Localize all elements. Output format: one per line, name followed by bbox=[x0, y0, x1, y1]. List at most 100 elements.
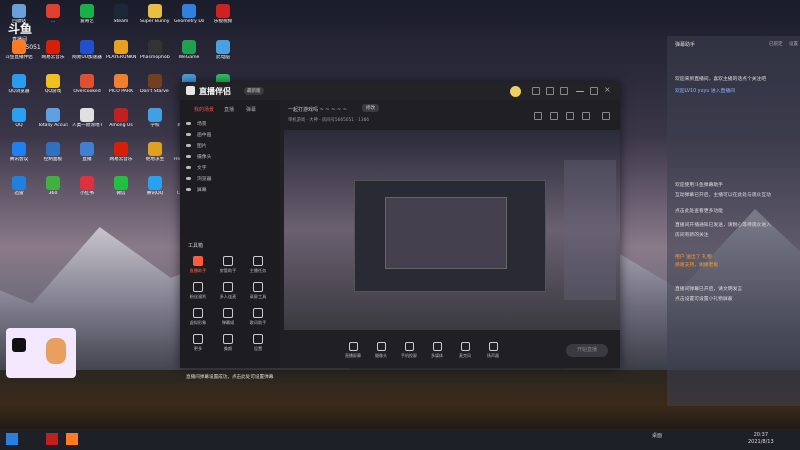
desktop-icon[interactable]: 腾讯会议 bbox=[4, 142, 34, 162]
app-title: 直播伴侣 bbox=[199, 87, 231, 96]
scene-item[interactable]: 画中画 bbox=[186, 131, 211, 138]
scene-item[interactable]: 图片 bbox=[186, 142, 207, 149]
start-live-button[interactable]: 开始直播 bbox=[566, 344, 608, 357]
version-badge[interactable]: 最新版 bbox=[244, 87, 264, 95]
settings-icon[interactable] bbox=[560, 87, 568, 95]
minimize-icon[interactable] bbox=[576, 91, 584, 92]
clock-date: 2021/8/13 bbox=[748, 439, 774, 445]
tab-live[interactable]: 直播 bbox=[224, 106, 234, 113]
desktop-icon[interactable]: Geometry Dash bbox=[174, 4, 204, 24]
app-icon bbox=[12, 142, 26, 156]
scene-item[interactable]: 摄像头 bbox=[186, 153, 211, 160]
desktop-icon[interactable]: Totally Accurate… bbox=[38, 108, 68, 128]
desktop-icon[interactable]: QQ游戏 bbox=[38, 74, 68, 94]
user-avatar[interactable] bbox=[510, 86, 521, 97]
channel-title[interactable]: 一起打游戏吗 ~ ~ ~ ~ ~ bbox=[288, 106, 347, 113]
notice-text[interactable]: 直播间弹幕设置成功，点击此处可设置弹幕 bbox=[186, 374, 273, 380]
share-icon[interactable] bbox=[602, 112, 610, 120]
eye-icon[interactable] bbox=[186, 188, 191, 191]
bottom-toolbar-button[interactable]: 直播屏幕 bbox=[342, 342, 364, 359]
eye-icon[interactable] bbox=[186, 144, 191, 147]
desktop-icon[interactable]: 乐视视频 bbox=[208, 4, 238, 24]
scene-item[interactable]: 文字 bbox=[186, 164, 207, 171]
tool-button[interactable]: 多人连麦 bbox=[216, 282, 240, 300]
desktop-icon[interactable]: 迅雷 bbox=[4, 176, 34, 196]
taskbar-app-2-icon[interactable] bbox=[66, 433, 78, 445]
desktop-icon[interactable]: 网易云音乐 bbox=[38, 40, 68, 60]
tab-scenes[interactable]: 我的场景 bbox=[194, 106, 214, 113]
desktop-icon[interactable]: Among Us bbox=[106, 108, 136, 128]
tool-button[interactable]: 粉丝福利 bbox=[186, 282, 210, 300]
desktop-icon[interactable]: 微信 bbox=[106, 176, 136, 196]
desktop-icon[interactable]: 此电脑 bbox=[208, 40, 238, 60]
desktop-icon[interactable]: Overcooked bbox=[72, 74, 102, 94]
bottom-toolbar-button[interactable]: 多媒体 bbox=[426, 342, 448, 359]
desktop-icon[interactable]: 绝地求生 bbox=[140, 142, 170, 162]
bottom-toolbar-button[interactable]: 扬声器 bbox=[482, 342, 504, 359]
chat-settings-button[interactable]: 设置 bbox=[789, 41, 798, 47]
chat-message: 直播间弹幕已开启，请文明发言 bbox=[675, 287, 743, 292]
mail-icon[interactable] bbox=[532, 87, 540, 95]
tool-button[interactable]: 房管助手 bbox=[216, 256, 240, 274]
bottom-toolbar-button[interactable]: 麦克风 bbox=[454, 342, 476, 359]
desktop-icon[interactable]: 爱奇艺 bbox=[72, 4, 102, 24]
tray-label[interactable]: 桌面 bbox=[652, 432, 662, 439]
desktop-icon[interactable]: WeGame bbox=[174, 40, 204, 60]
desktop-icon[interactable]: PLAYERUNKNOWN'S BATTLEGR… bbox=[106, 40, 136, 60]
desktop-icon[interactable]: Steam bbox=[106, 4, 136, 24]
start-icon[interactable] bbox=[6, 433, 18, 445]
tool-button[interactable]: 弹幕姬 bbox=[216, 308, 240, 326]
gift-icon[interactable] bbox=[546, 87, 554, 95]
desktop-icon[interactable]: 控制面板 bbox=[38, 142, 68, 162]
eye-icon[interactable] bbox=[186, 177, 191, 180]
tool-button[interactable]: 主播任务 bbox=[246, 256, 270, 274]
desktop-icon[interactable]: QQ浏览器 bbox=[4, 74, 34, 94]
clock[interactable]: 20:37 2021/8/13 bbox=[748, 432, 774, 446]
desktop-icon[interactable]: 人类一败涂地 Human Fa… bbox=[72, 108, 102, 128]
app-icon bbox=[80, 108, 94, 122]
tool-icon-3[interactable] bbox=[566, 112, 574, 120]
eye-icon[interactable] bbox=[186, 133, 191, 136]
desktop-icon[interactable]: 斗鱼直播伴侣 bbox=[4, 40, 34, 60]
tool-button[interactable]: 更多 bbox=[186, 334, 210, 352]
eye-icon[interactable] bbox=[186, 166, 191, 169]
scene-item[interactable]: 屏幕 bbox=[186, 186, 207, 193]
tab-danmu[interactable]: 弹幕 bbox=[246, 106, 256, 113]
desktop-icon[interactable]: Super Bunny Man bbox=[140, 4, 170, 24]
tool-button[interactable]: 歌词助手 bbox=[246, 308, 270, 326]
eye-icon[interactable] bbox=[186, 155, 191, 158]
desktop-icon[interactable]: QQ bbox=[4, 108, 34, 128]
close-icon[interactable]: × bbox=[604, 85, 612, 94]
scene-item[interactable]: 场景 bbox=[186, 120, 207, 127]
tool-button[interactable]: 美颜 bbox=[216, 334, 240, 352]
tool-button[interactable]: 虚拟形象 bbox=[186, 308, 210, 326]
desktop-icon[interactable]: 腾讯QQ bbox=[140, 176, 170, 196]
lock-button[interactable]: 已锁定 bbox=[769, 41, 783, 47]
desktop-icon[interactable]: Don't Starve Together bbox=[140, 74, 170, 94]
desktop-icon[interactable]: 学校 bbox=[140, 108, 170, 128]
tool-button[interactable]: 设置 bbox=[246, 334, 270, 352]
taskbar-app-1-icon[interactable] bbox=[46, 433, 58, 445]
desktop-icon[interactable]: 回收站 bbox=[4, 4, 34, 24]
scene-item[interactable]: 浏览器 bbox=[186, 175, 211, 182]
eye-icon[interactable] bbox=[186, 122, 191, 125]
tool-icon-1[interactable] bbox=[534, 112, 542, 120]
desktop-icon[interactable]: … bbox=[38, 4, 68, 24]
tool-icon-2[interactable] bbox=[550, 112, 558, 120]
maximize-icon[interactable] bbox=[590, 87, 598, 95]
tool-button[interactable]: 录屏工具 bbox=[246, 282, 270, 300]
preview-canvas[interactable] bbox=[284, 130, 620, 330]
tool-icon-4[interactable] bbox=[582, 112, 590, 120]
desktop-icon[interactable]: PICO PARK bbox=[106, 74, 136, 94]
tool-button[interactable]: 直播助手 bbox=[186, 256, 210, 274]
bottom-toolbar-button[interactable]: 手机投屏 bbox=[398, 342, 420, 359]
desktop-icon[interactable]: 360 bbox=[38, 176, 68, 196]
edit-badge[interactable]: 修改 bbox=[362, 104, 379, 112]
desktop-icon[interactable]: 直播 bbox=[72, 142, 102, 162]
bottom-toolbar-button[interactable]: 摄像头 bbox=[370, 342, 392, 359]
desktop-icon-label: 网易云音乐 bbox=[41, 55, 65, 60]
desktop-icon[interactable]: 网易云音乐 bbox=[106, 142, 136, 162]
desktop-icon[interactable]: Phasmophobia bbox=[140, 40, 170, 60]
desktop-icon[interactable]: 网易UU加速器 bbox=[72, 40, 102, 60]
desktop-icon[interactable]: 小红书 bbox=[72, 176, 102, 196]
